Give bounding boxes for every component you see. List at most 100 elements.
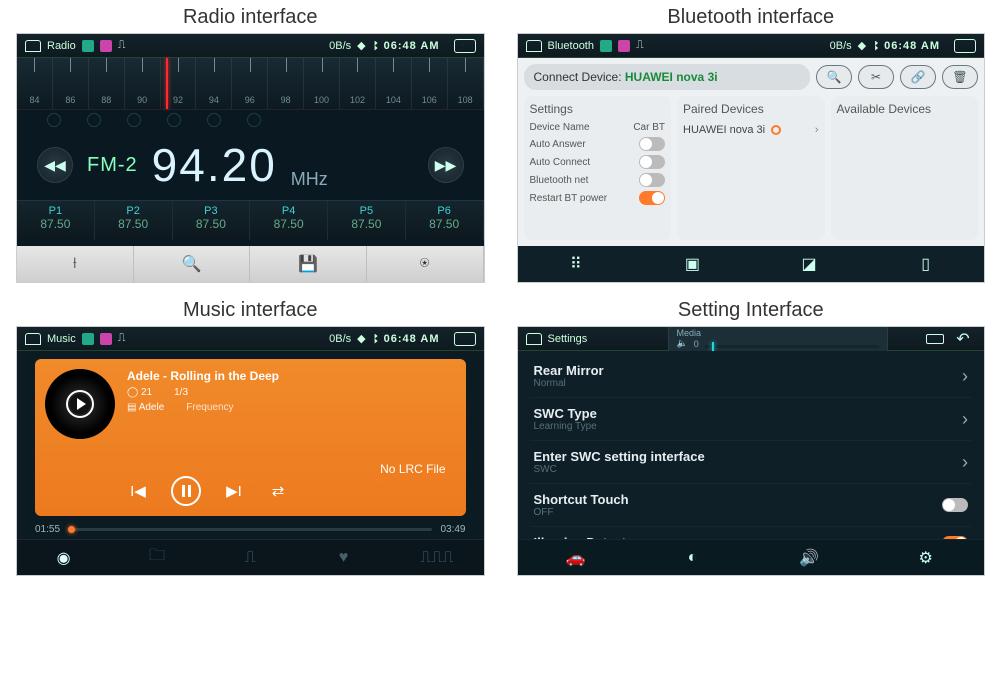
volume-value: 0 bbox=[694, 339, 699, 349]
setting-restart-bt-power[interactable]: Restart BT power bbox=[530, 189, 666, 207]
usb-icon: ⎍ bbox=[636, 39, 644, 52]
setting-auto-connect[interactable]: Auto Connect bbox=[530, 153, 666, 171]
home-icon[interactable] bbox=[526, 40, 542, 52]
search-icon[interactable]: 🔍 bbox=[134, 246, 251, 282]
preset-row: P187.50P287.50P387.50P487.50P587.50P687.… bbox=[17, 200, 484, 240]
preset-6[interactable]: P687.50 bbox=[406, 201, 484, 240]
available-title: Available Devices bbox=[837, 102, 973, 116]
preset-3[interactable]: P387.50 bbox=[173, 201, 251, 240]
sound-tab-icon[interactable]: 🔊 bbox=[751, 540, 868, 575]
time-current: 01:55 bbox=[35, 524, 60, 535]
dialpad-icon[interactable]: ⠿ bbox=[518, 246, 635, 282]
location-icon: ◆ bbox=[357, 39, 365, 52]
scale-number: 98 bbox=[268, 95, 303, 105]
home-icon[interactable] bbox=[25, 40, 41, 52]
chevron-right-icon: › bbox=[962, 366, 968, 387]
setting-bluetooth-net[interactable]: Bluetooth net bbox=[530, 171, 666, 189]
app-label: Settings bbox=[548, 333, 588, 345]
link-button[interactable]: 🔗 bbox=[900, 65, 936, 89]
title-settings: Setting Interface bbox=[501, 293, 1001, 326]
call-log-icon[interactable]: ◪ bbox=[751, 246, 868, 282]
delete-button[interactable]: 🗑 bbox=[942, 65, 978, 89]
back-button[interactable] bbox=[454, 39, 476, 53]
sd-icon bbox=[82, 333, 94, 345]
unlink-button[interactable]: ✂ bbox=[858, 65, 894, 89]
car-tab-icon[interactable]: 🚗 bbox=[518, 540, 635, 575]
scale-number: 100 bbox=[304, 95, 339, 105]
usb-tab[interactable]: ⎍ bbox=[204, 540, 297, 575]
data-rate: 0B/s bbox=[830, 40, 852, 52]
prev-track-button[interactable]: I◀ bbox=[127, 480, 149, 502]
music-footer: ◉ 🗀 ⎍ ♥ ⎍⎍⎍ bbox=[17, 539, 484, 575]
scale-number: 106 bbox=[412, 95, 447, 105]
broadcast-icon[interactable]: ⍟ bbox=[367, 246, 484, 282]
location-icon: ◆ bbox=[858, 39, 866, 52]
general-tab-icon[interactable]: ⚙ bbox=[867, 540, 984, 575]
contacts-icon[interactable]: ▣ bbox=[634, 246, 751, 282]
app-label: Music bbox=[47, 333, 76, 345]
next-track-button[interactable]: ▶I bbox=[223, 480, 245, 502]
connect-device-bar: Connect Device: HUAWEI nova 3i bbox=[524, 64, 811, 90]
title-radio: Radio interface bbox=[0, 0, 501, 33]
toggle[interactable] bbox=[942, 498, 968, 512]
display-tab-icon[interactable]: ◐ bbox=[634, 540, 751, 575]
shuffle-button[interactable]: ⇄ bbox=[267, 480, 289, 502]
equalizer-tab[interactable]: ⎍⎍⎍ bbox=[390, 540, 483, 575]
now-playing-tab[interactable]: ◉ bbox=[17, 540, 110, 575]
toggle[interactable] bbox=[639, 137, 665, 151]
progress-bar[interactable]: 01:55 03:49 bbox=[17, 524, 484, 539]
bt-footer: ⠿ ▣ ◪ ▯ bbox=[518, 246, 985, 282]
back-button[interactable] bbox=[950, 332, 976, 346]
preset-5[interactable]: P587.50 bbox=[328, 201, 406, 240]
sd-icon bbox=[82, 40, 94, 52]
rss-icon[interactable]: ⟊ bbox=[17, 246, 134, 282]
settings-title: Settings bbox=[530, 102, 666, 116]
folder-tab[interactable]: 🗀 bbox=[110, 540, 203, 575]
available-card: Available Devices bbox=[831, 96, 979, 240]
setting-device-name[interactable]: Device NameCar BT bbox=[530, 120, 666, 135]
frequency-unit: MHz bbox=[291, 169, 328, 190]
scale-number: 102 bbox=[340, 95, 375, 105]
home-icon[interactable] bbox=[25, 333, 41, 345]
settings-statusbar: Settings Media 🔈 0 bbox=[518, 327, 985, 351]
album-art[interactable] bbox=[45, 369, 115, 439]
bt-statusbar: Bluetooth ⎍ 0B/s ◆ 06:48 AM bbox=[518, 34, 985, 58]
settings-list[interactable]: Rear MirrorNormal›SWC TypeLearning Type›… bbox=[518, 351, 985, 539]
title-music: Music interface bbox=[0, 293, 501, 326]
paired-device[interactable]: HUAWEI nova 3i› bbox=[683, 120, 819, 140]
artist-name: ▤ Adele bbox=[127, 402, 164, 413]
connect-label: Connect Device: bbox=[534, 70, 622, 84]
band-label[interactable]: FM-2 bbox=[87, 154, 138, 177]
bt-music-icon[interactable]: ▯ bbox=[867, 246, 984, 282]
clock: 06:48 AM bbox=[384, 333, 440, 345]
setting-auto-answer[interactable]: Auto Answer bbox=[530, 135, 666, 153]
seek-next-button[interactable]: ▶▶ bbox=[428, 147, 464, 183]
toggle[interactable] bbox=[639, 155, 665, 169]
toggle[interactable] bbox=[639, 191, 665, 205]
location-icon: ◆ bbox=[357, 332, 365, 345]
save-icon[interactable]: 💾 bbox=[250, 246, 367, 282]
setting-illumine-detect[interactable]: Illumine Detect bbox=[530, 527, 973, 539]
search-button[interactable]: 🔍 bbox=[816, 65, 852, 89]
preset-1[interactable]: P187.50 bbox=[17, 201, 95, 240]
setting-enter-swc-setting-interface[interactable]: Enter SWC setting interfaceSWC› bbox=[530, 441, 973, 484]
toggle[interactable] bbox=[639, 173, 665, 187]
seek-prev-button[interactable]: ◀◀ bbox=[37, 147, 73, 183]
settings-card: Settings Device NameCar BTAuto AnswerAut… bbox=[524, 96, 672, 240]
play-overlay-icon[interactable] bbox=[66, 390, 94, 418]
radio-mode-row bbox=[17, 110, 484, 130]
preset-2[interactable]: P287.50 bbox=[95, 201, 173, 240]
back-button[interactable] bbox=[954, 39, 976, 53]
frequency-scale[interactable]: 8486889092949698100102104106108 bbox=[17, 58, 484, 110]
setting-rear-mirror[interactable]: Rear MirrorNormal› bbox=[530, 355, 973, 398]
no-lrc-label: No LRC File bbox=[380, 462, 445, 476]
preset-4[interactable]: P487.50 bbox=[250, 201, 328, 240]
favorites-tab[interactable]: ♥ bbox=[297, 540, 390, 575]
back-button[interactable] bbox=[454, 332, 476, 346]
setting-swc-type[interactable]: SWC TypeLearning Type› bbox=[530, 398, 973, 441]
home-icon[interactable] bbox=[526, 333, 542, 345]
setting-shortcut-touch[interactable]: Shortcut TouchOFF bbox=[530, 484, 973, 527]
bluetooth-panel: Bluetooth ⎍ 0B/s ◆ 06:48 AM Connect Devi… bbox=[517, 33, 986, 283]
pause-button[interactable] bbox=[171, 476, 201, 506]
tuner-needle[interactable] bbox=[166, 58, 168, 109]
